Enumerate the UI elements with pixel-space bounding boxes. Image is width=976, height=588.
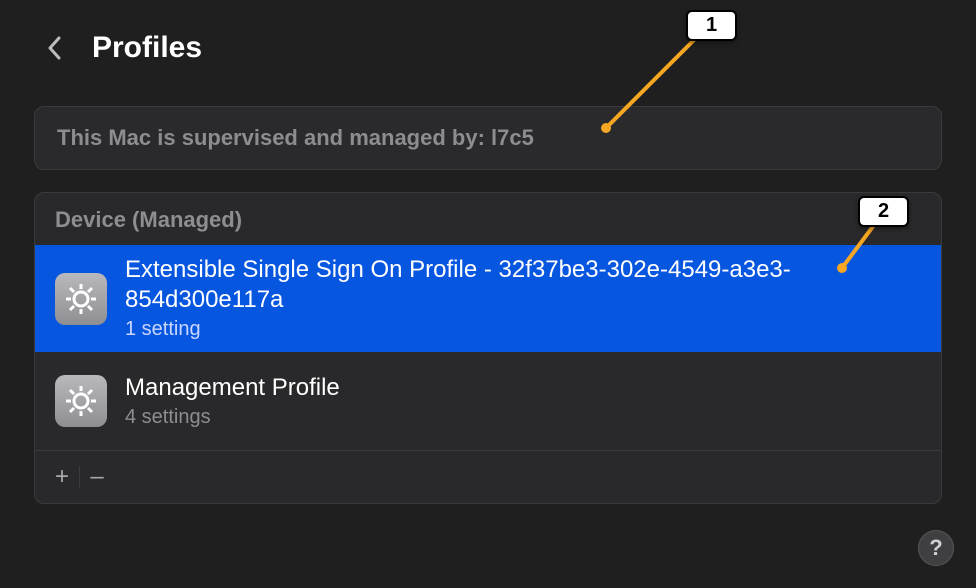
section-header: Device (Managed) — [35, 193, 941, 245]
annotation-callout-2: 2 — [858, 196, 909, 227]
gear-icon — [55, 375, 107, 427]
annotation-callout-1: 1 — [686, 10, 737, 41]
profile-row-text: Extensible Single Sign On Profile - 32f3… — [125, 255, 921, 342]
profile-subtitle: 1 setting — [125, 317, 921, 342]
profile-row-text: Management Profile 4 settings — [125, 373, 340, 430]
remove-button[interactable]: – — [82, 462, 112, 492]
footer-separator — [79, 466, 80, 488]
profiles-list-container: Device (Managed) Extensible Single Sign … — [34, 192, 942, 504]
gear-icon — [55, 273, 107, 325]
page-title: Profiles — [92, 31, 202, 65]
supervision-banner: This Mac is supervised and managed by: l… — [34, 106, 942, 170]
chevron-left-icon — [47, 36, 61, 60]
profile-row-management[interactable]: Management Profile 4 settings — [35, 352, 941, 450]
back-button[interactable] — [40, 34, 68, 62]
profile-subtitle: 4 settings — [125, 405, 340, 430]
list-footer: + – — [35, 450, 941, 503]
add-button[interactable]: + — [47, 462, 77, 492]
help-button[interactable]: ? — [918, 530, 954, 566]
profile-title: Management Profile — [125, 373, 340, 403]
profile-row-sso[interactable]: Extensible Single Sign On Profile - 32f3… — [35, 245, 941, 352]
profile-title: Extensible Single Sign On Profile - 32f3… — [125, 255, 921, 315]
header-bar: Profiles — [0, 0, 976, 78]
supervision-text: This Mac is supervised and managed by: l… — [57, 125, 534, 150]
